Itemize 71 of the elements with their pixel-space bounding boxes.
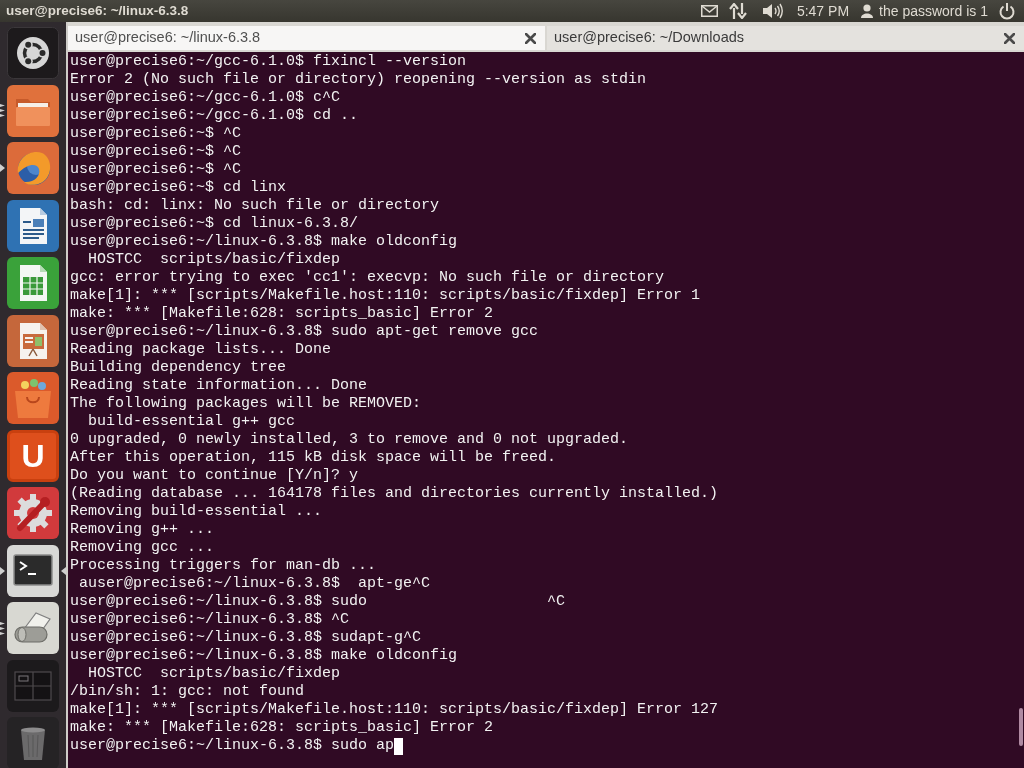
launcher-button[interactable] <box>7 199 59 252</box>
close-icon <box>1003 32 1015 44</box>
terminal-line: user@precise6:~/gcc-6.1.0$ cd .. <box>70 107 359 125</box>
terminal-line: Reading package lists... Done <box>70 341 332 359</box>
terminal-line: build-essential g++ gcc <box>87 413 296 431</box>
terminal-line: user@precise6:~/linux-6.3.8$ sudo ap <box>70 737 395 755</box>
mail-icon[interactable] <box>700 5 718 17</box>
terminal-line: After this operation, 115 kB disk space will be freed. <box>70 449 557 467</box>
launcher-button[interactable]: U <box>7 429 59 482</box>
terminal-tab[interactable]: user@precise6: ~/linux-6.3.8 <box>68 26 545 50</box>
window-title: user@precise6: ~/linux-6.3.8 <box>6 1 189 20</box>
terminal-line: user@precise6:~$ ^C <box>70 161 242 179</box>
terminal-line: user@precise6:~/linux-6.3.8$ sudo ^C <box>70 593 566 611</box>
speaker-icon[interactable] <box>762 3 783 19</box>
terminal-line: user@precise6:~$ ^C <box>70 125 242 143</box>
terminal-line: make: *** [Makefile:628: scripts_basic] Error 2 <box>70 305 494 323</box>
terminal-line: Reading state information... Done <box>70 377 368 395</box>
terminal-line: 0 upgraded, 0 newly installed, 3 to remove and 0 not upgraded. <box>70 431 629 449</box>
terminal-line: user@precise6:~$ ^C <box>70 143 242 161</box>
terminal-line: /bin/sh: 1: gcc: not found <box>70 683 305 701</box>
document-icon <box>7 199 59 252</box>
clock[interactable]: 5:47 PM <box>796 0 850 22</box>
terminal-line: user@precise6:~/linux-6.3.8$ ^C <box>70 611 350 629</box>
shopping-bag-icon <box>7 372 59 424</box>
paper-roll-icon <box>7 602 59 654</box>
workspace-grid-icon <box>7 659 59 712</box>
launcher-button[interactable] <box>7 544 59 597</box>
close-icon <box>524 32 536 44</box>
terminal-line: Removing build-essential ... <box>70 503 323 521</box>
terminal-line: user@precise6:~/linux-6.3.8$ make oldconfig <box>70 233 458 251</box>
terminal-line: Building dependency tree <box>70 359 287 377</box>
presentation-icon <box>7 314 59 367</box>
user-name[interactable]: the password is 1 <box>879 0 988 22</box>
gear-wrench-icon <box>7 487 59 539</box>
launcher-button[interactable] <box>7 314 59 367</box>
network-arrows-icon[interactable] <box>728 3 747 19</box>
terminal-tab[interactable]: user@precise6: ~/Downloads <box>547 26 1024 50</box>
terminal-line: make: *** [Makefile:628: scripts_basic] Error 2 <box>70 719 494 737</box>
terminal-line: (Reading database ... 164178 files and directories currently installed.) <box>70 485 719 503</box>
circle-logo-icon <box>7 27 59 79</box>
launcher-button[interactable] <box>7 27 59 79</box>
terminal-line: user@precise6:~/linux-6.3.8$ make oldconfig <box>70 647 458 665</box>
terminal-icon <box>7 544 59 597</box>
terminal-line: bash: cd: linx: No such file or directory <box>70 197 440 215</box>
terminal-line: gcc: error trying to exec 'cc1': execvp: No such file or directory <box>70 269 665 287</box>
terminal-line: user@precise6:~/linux-6.3.8$ sudo apt-get remove gcc <box>70 323 539 341</box>
terminal-line: user@precise6:~/linux-6.3.8$ sudapt-g^C <box>70 629 422 647</box>
user-icon <box>861 4 874 18</box>
fox-globe-icon <box>7 142 59 194</box>
close-button[interactable] <box>1002 31 1016 45</box>
scrollbar-thumb[interactable] <box>1019 708 1023 746</box>
terminal-line: user@precise6:~/gcc-6.1.0$ c^C <box>70 89 341 107</box>
terminal-line: HOSTCC scripts/basic/fixdep <box>87 251 341 269</box>
launcher-button[interactable] <box>7 84 59 137</box>
terminal-line: The following packages will be REMOVED: <box>70 395 422 413</box>
terminal-line: Error 2 (No such file or directory) reopening --version as stdin <box>70 71 647 89</box>
terminal-line: Removing g++ ... <box>70 521 215 539</box>
close-button[interactable] <box>523 31 537 45</box>
terminal-line: Processing triggers for man-db ... <box>70 557 377 575</box>
terminal-line: Removing gcc ... <box>70 539 215 557</box>
terminal-line: make[1]: *** [scripts/Makefile.host:110: scripts/basic/fixdep] Error 1 <box>70 287 701 305</box>
terminal-line: make[1]: *** [scripts/Makefile.host:110: scripts/basic/fixdep] Error 127 <box>70 701 719 719</box>
terminal-line: user@precise6:~$ cd linx <box>70 179 287 197</box>
power-icon[interactable] <box>998 2 1016 20</box>
terminal-line: auser@precise6:~/linux-6.3.8$ apt-ge^C <box>78 575 431 593</box>
terminal-line: HOSTCC scripts/basic/fixdep <box>87 665 341 683</box>
terminal-line: user@precise6:~$ cd linux-6.3.8/ <box>70 215 359 233</box>
folder-icon <box>7 84 59 137</box>
terminal-line: user@precise6:~/gcc-6.1.0$ fixincl --version <box>70 53 467 71</box>
terminal-line: Do you want to continue [Y/n]? y <box>70 467 359 485</box>
spreadsheet-icon <box>7 257 59 309</box>
